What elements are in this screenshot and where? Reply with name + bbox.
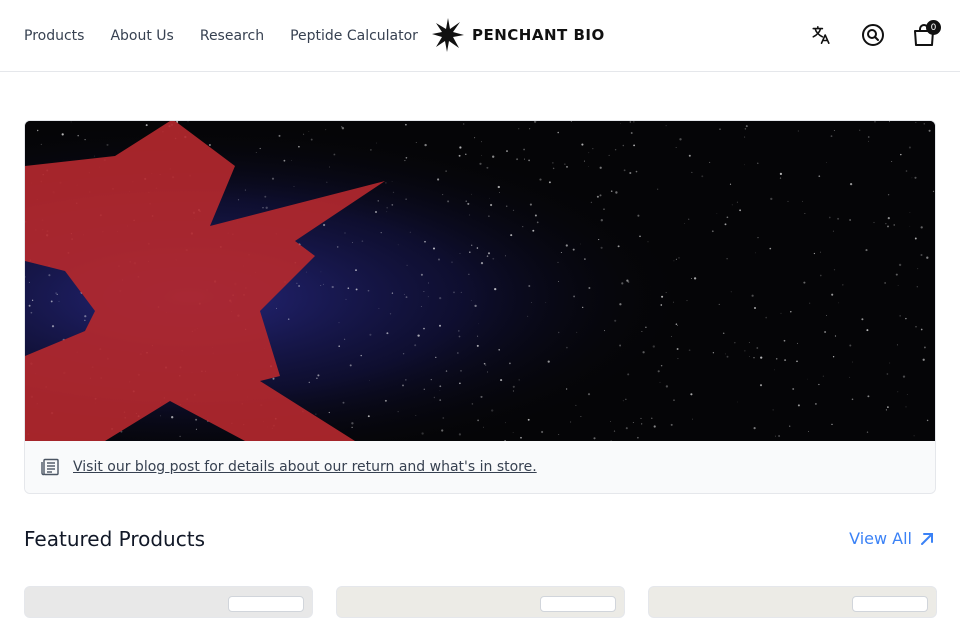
nav-research[interactable]: Research: [200, 28, 264, 44]
product-tag: [228, 596, 304, 612]
hero-image: [25, 121, 935, 441]
newspaper-icon: [41, 458, 59, 476]
product-tag: [852, 596, 928, 612]
main-nav: Products About Us Research Peptide Calcu…: [24, 0, 418, 71]
brand-name: PENCHANT BIO: [472, 26, 605, 44]
star-logo-icon: [432, 18, 464, 52]
blog-post-link[interactable]: Visit our blog post for details about ou…: [73, 459, 537, 475]
hero-banner[interactable]: Visit our blog post for details about ou…: [24, 120, 936, 494]
featured-products-heading: Featured Products: [24, 527, 205, 551]
cart-button[interactable]: 0: [911, 20, 941, 49]
search-button[interactable]: [860, 21, 885, 49]
blog-notice: Visit our blog post for details about ou…: [25, 441, 935, 493]
header-actions: 0: [809, 20, 941, 49]
product-card[interactable]: [648, 586, 937, 618]
nav-peptide-calculator[interactable]: Peptide Calculator: [290, 28, 418, 44]
language-button[interactable]: [809, 21, 834, 49]
cart-count-badge: 0: [926, 20, 941, 35]
search-icon: [861, 24, 884, 46]
arrow-up-right-icon: [921, 532, 933, 545]
view-all-link[interactable]: View All: [849, 529, 934, 548]
view-all-label: View All: [849, 529, 912, 548]
product-tag: [540, 596, 616, 612]
product-card[interactable]: [24, 586, 313, 618]
brand-logo[interactable]: PENCHANT BIO: [432, 17, 605, 53]
nav-products[interactable]: Products: [24, 28, 84, 44]
nav-about-us[interactable]: About Us: [110, 28, 173, 44]
site-header: Products About Us Research Peptide Calcu…: [0, 0, 960, 72]
product-card[interactable]: [336, 586, 625, 618]
translate-icon: [812, 25, 830, 45]
